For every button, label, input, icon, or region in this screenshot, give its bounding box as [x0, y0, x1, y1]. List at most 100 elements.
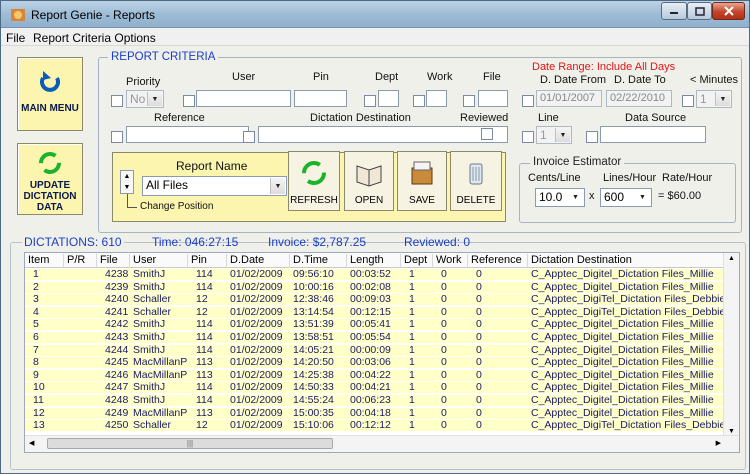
scroll-thumb[interactable]: |||	[47, 438, 333, 449]
date-from-field[interactable]: 01/01/2007	[536, 90, 602, 107]
pin-field[interactable]	[294, 90, 347, 107]
file-field[interactable]	[478, 90, 508, 107]
maximize-button[interactable]	[687, 2, 712, 20]
report-genie-window: Report Genie - Reports File Report Crite…	[0, 0, 750, 474]
cell-dtime: 13:51:39	[293, 319, 334, 331]
line-dropdown[interactable]: 1 ▼	[536, 126, 572, 144]
cell-dtime: 13:14:54	[293, 306, 334, 318]
lines-hour-dropdown[interactable]: 600 ▼	[600, 188, 652, 207]
user-checkbox[interactable]	[183, 95, 195, 107]
menu-report-criteria-options[interactable]: Report Criteria Options	[33, 31, 156, 45]
col-ddate[interactable]: D.Date	[227, 254, 290, 268]
table-row[interactable]: 10 4247 SmithJ 114 01/02/2009 14:50:33 00:04:2…	[25, 382, 725, 394]
table-row[interactable]: 12 4249 MacMillanP 113 01/02/2009 15:00:35 00:…	[25, 407, 725, 419]
date-checkbox[interactable]	[522, 95, 534, 107]
col-dtime[interactable]: D.Time	[290, 254, 347, 268]
cell-length: 00:12:15	[350, 306, 391, 318]
minutes-checkbox[interactable]	[682, 95, 694, 107]
main-menu-label: MAIN MENU	[21, 103, 79, 114]
report-name-value: All Files	[146, 178, 189, 192]
cell-file: 4240	[105, 294, 129, 306]
main-menu-button[interactable]: MAIN MENU	[17, 57, 83, 131]
col-pr[interactable]: P/R	[64, 254, 97, 268]
chevron-down-icon: ▼	[123, 184, 131, 191]
title-bar[interactable]: Report Genie - Reports	[1, 1, 749, 28]
cell-item: 12	[33, 407, 45, 419]
destination-checkbox[interactable]	[243, 131, 255, 143]
table-header: Item P/R File User Pin D.Date D.Time Len…	[25, 253, 725, 268]
data-source-field[interactable]	[600, 126, 706, 143]
work-checkbox[interactable]	[413, 95, 425, 107]
line-checkbox[interactable]	[522, 131, 534, 143]
table-row[interactable]: 13 4250 Schaller 12 01/02/2009 15:10:06 00:12:…	[25, 420, 725, 432]
delete-button[interactable]: DELETE	[450, 151, 502, 211]
scroll-right-icon[interactable]: ▶	[716, 439, 721, 447]
table-row[interactable]: 7 4244 SmithJ 114 01/02/2009 14:05:21 00:00:09…	[25, 344, 725, 356]
dictations-table[interactable]: Item P/R File User Pin D.Date D.Time Len…	[24, 252, 740, 453]
cell-reference: 0	[476, 382, 482, 394]
close-button[interactable]	[712, 2, 745, 20]
reference-field[interactable]	[126, 126, 249, 143]
data-source-checkbox[interactable]	[586, 131, 598, 143]
minutes-dropdown[interactable]: 1 ▼	[696, 90, 732, 108]
col-pin[interactable]: Pin	[188, 254, 227, 268]
cell-pin: 114	[196, 269, 213, 280]
cell-dept: 1	[409, 407, 415, 419]
cell-ddate: 01/02/2009	[230, 407, 283, 419]
work-field[interactable]	[426, 90, 447, 107]
col-length[interactable]: Length	[347, 254, 401, 268]
table-row[interactable]: 6 4243 SmithJ 114 01/02/2009 13:58:51 00:05:54…	[25, 332, 725, 343]
dictation-destination-field[interactable]	[258, 126, 508, 143]
cell-destination: C_Apptec_Digitel_Dictation Files_Millie	[531, 319, 714, 331]
col-user[interactable]: User	[130, 254, 188, 268]
table-row[interactable]: 4 4241 Schaller 12 01/02/2009 13:14:54 00:12:1…	[25, 306, 725, 318]
col-dictation-destination[interactable]: Dictation Destination	[528, 254, 725, 268]
dept-checkbox[interactable]	[364, 95, 376, 107]
multiply-sign: x	[589, 190, 595, 202]
table-row[interactable]: 11 4248 SmithJ 114 01/02/2009 14:55:24 00:06:2…	[25, 395, 725, 406]
scroll-left-icon[interactable]: ◀	[29, 439, 34, 447]
date-range-note: Date Range: Include All Days	[532, 61, 676, 73]
table-row[interactable]: 9 4246 MacMillanP 113 01/02/2009 14:25:38 00:0…	[25, 369, 725, 381]
position-spinner[interactable]: ▲ ▼	[120, 170, 134, 194]
col-item[interactable]: Item	[25, 254, 64, 268]
cell-work: 0	[441, 319, 447, 331]
priority-checkbox[interactable]	[111, 95, 123, 107]
refresh-label: REFRESH	[290, 195, 338, 206]
save-button[interactable]: SAVE	[397, 151, 447, 211]
col-reference[interactable]: Reference	[468, 254, 528, 268]
report-name-dropdown[interactable]: All Files ▼	[142, 176, 287, 196]
cents-line-dropdown[interactable]: 10.0 ▼	[535, 188, 585, 207]
menu-file[interactable]: File	[6, 31, 25, 45]
table-row[interactable]: 3 4240 Schaller 12 01/02/2009 12:38:46 00:09:0…	[25, 294, 725, 306]
cell-work: 0	[441, 382, 447, 394]
vertical-scrollbar[interactable]: ▲ ▼	[723, 253, 739, 437]
table-row[interactable]: 2 4239 SmithJ 114 01/02/2009 10:00:16 00:02:08…	[25, 281, 725, 293]
file-checkbox[interactable]	[463, 95, 475, 107]
reference-checkbox[interactable]	[111, 131, 123, 143]
user-field[interactable]	[196, 90, 291, 107]
cell-destination: C_Apptec_Digitel_Dictation Files_Millie	[531, 369, 714, 381]
table-row[interactable]: 1 4238 SmithJ 114 01/02/2009 09:56:10 00:03:52…	[25, 269, 725, 280]
minimize-button[interactable]	[661, 2, 687, 20]
col-work[interactable]: Work	[433, 254, 468, 268]
horizontal-scrollbar[interactable]: ◀ ||| ▶	[25, 435, 739, 452]
cell-ddate: 01/02/2009	[230, 369, 283, 381]
table-row[interactable]: 5 4242 SmithJ 114 01/02/2009 13:51:39 00:05:41…	[25, 319, 725, 331]
update-dictation-data-button[interactable]: UPDATE DICTATION DATA	[17, 143, 83, 215]
minimize-icon	[670, 12, 678, 14]
main-area: MAIN MENU UPDATE DICTATION DATA REPORT C…	[2, 47, 748, 473]
dept-field[interactable]	[378, 90, 399, 107]
date-to-field[interactable]: 02/22/2010	[606, 90, 672, 107]
refresh-button[interactable]: REFRESH	[288, 151, 340, 211]
cell-dtime: 14:55:24	[293, 395, 334, 406]
open-button[interactable]: OPEN	[344, 151, 394, 211]
col-dept[interactable]: Dept	[401, 254, 433, 268]
lines-hour-value: 600	[604, 190, 625, 204]
scroll-up-icon[interactable]: ▲	[728, 255, 735, 262]
reviewed-checkbox[interactable]	[481, 128, 493, 140]
priority-dropdown[interactable]: No ▼	[126, 90, 164, 108]
scroll-down-icon[interactable]: ▼	[728, 428, 735, 435]
table-row[interactable]: 8 4245 MacMillanP 113 01/02/2009 14:20:50 00:0…	[25, 357, 725, 369]
col-file[interactable]: File	[97, 254, 130, 268]
